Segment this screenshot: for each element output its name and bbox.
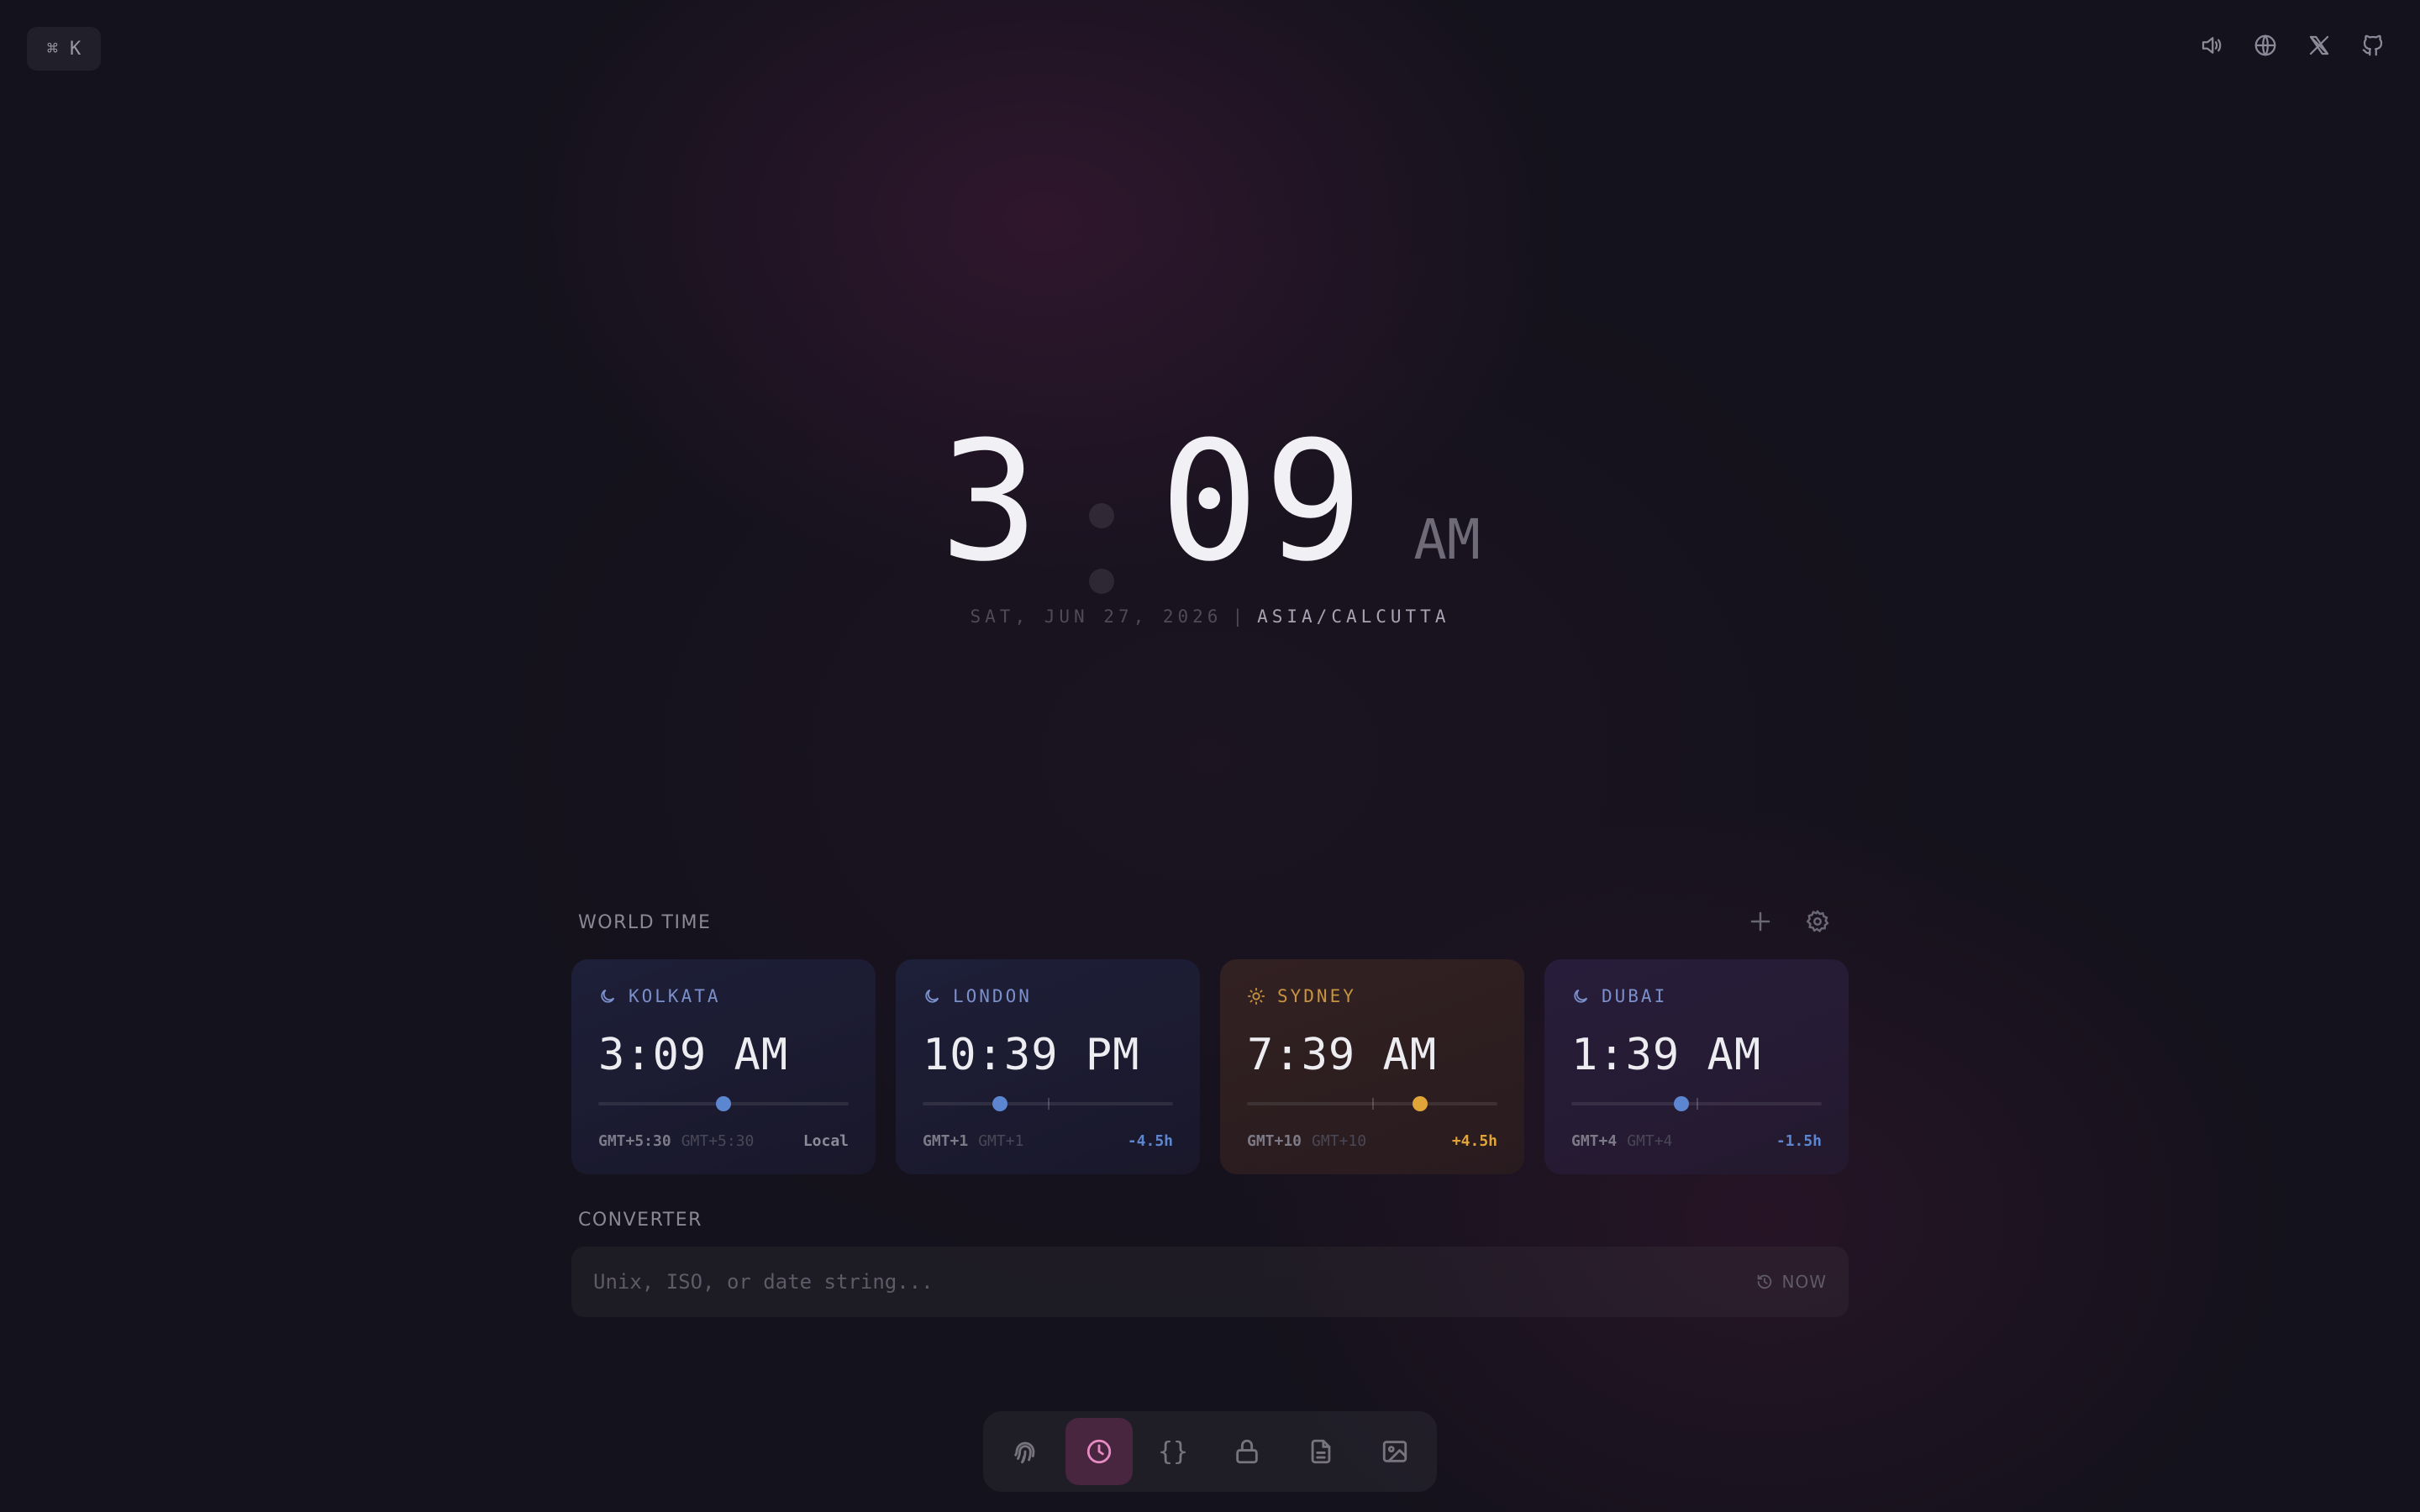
command-key: K [70, 38, 82, 60]
world-time-label: WORLD TIME [578, 912, 712, 933]
document-icon [1311, 1439, 1331, 1464]
dock-document[interactable] [1287, 1418, 1355, 1485]
main-clock: 3 09 AM [0, 420, 2420, 624]
plus-icon [1750, 911, 1770, 932]
command-palette-button[interactable]: ⌘ K [27, 27, 101, 71]
gmt-offset: GMT+10 [1247, 1132, 1302, 1150]
city-header: DUBAI [1571, 986, 1822, 1006]
relative-offset: -4.5h [1127, 1132, 1173, 1150]
city-header: LONDON [923, 986, 1173, 1006]
city-card-london[interactable]: LONDON 10:39 PM GMT+1 GMT+1 -4.5h [896, 959, 1200, 1174]
date-line: SAT, JUN 27, 2026 | ASIA/CALCUTTA [0, 606, 2420, 627]
city-name: SYDNEY [1277, 986, 1356, 1006]
city-time: 10:39 PM [923, 1030, 1140, 1080]
city-card-kolkata[interactable]: KOLKATA 3:09 AM GMT+5:30 GMT+5:30 Local [571, 959, 876, 1174]
sun-icon [1247, 987, 1265, 1005]
now-label: NOW [1781, 1272, 1827, 1292]
converter-input[interactable] [593, 1270, 1755, 1294]
day-progress-dot [992, 1096, 1008, 1111]
city-time: 3:09 AM [598, 1030, 789, 1080]
city-card-dubai[interactable]: DUBAI 1:39 AM GMT+4 GMT+4 -1.5h [1544, 959, 1849, 1174]
world-time-actions [1748, 909, 1830, 937]
date-separator: | [1232, 606, 1248, 627]
gmt-offset-secondary: GMT+1 [978, 1132, 1024, 1150]
world-time-settings-button[interactable] [1805, 909, 1830, 937]
day-progress-dot [1412, 1096, 1428, 1111]
local-time-tick [1372, 1098, 1374, 1110]
github-icon[interactable] [2360, 32, 2386, 59]
city-header: SYDNEY [1247, 986, 1497, 1006]
converter-label: CONVERTER [578, 1210, 702, 1231]
fingerprint-icon [1014, 1441, 1035, 1464]
timezone-label[interactable]: ASIA/CALCUTTA [1257, 606, 1449, 627]
dock-clock[interactable] [1065, 1418, 1133, 1485]
city-header: KOLKATA [598, 986, 849, 1006]
day-progress-track [923, 1096, 1173, 1111]
local-time-tick [1048, 1098, 1050, 1110]
command-symbol: ⌘ [46, 38, 58, 60]
x-logo-icon[interactable] [2306, 32, 2333, 59]
day-progress-track [1571, 1096, 1822, 1111]
day-progress-track [598, 1096, 849, 1111]
world-time-cards: KOLKATA 3:09 AM GMT+5:30 GMT+5:30 Local … [571, 959, 1849, 1174]
braces-icon: {} [1157, 1436, 1189, 1467]
gmt-offset: GMT+5:30 [598, 1132, 671, 1150]
clock-ampm: AM [1413, 507, 1481, 572]
gmt-offset-secondary: GMT+4 [1627, 1132, 1673, 1150]
converter-bar: NOW [571, 1247, 1849, 1317]
city-footer: GMT+1 GMT+1 -4.5h [923, 1132, 1173, 1150]
clock-minute: 09 [1160, 407, 1369, 598]
gmt-offset-secondary: GMT+10 [1312, 1132, 1367, 1150]
day-progress-track [1247, 1096, 1497, 1111]
relative-offset: Local [802, 1132, 849, 1150]
dock-lock[interactable] [1213, 1418, 1281, 1485]
dock-image[interactable] [1361, 1418, 1428, 1485]
dock-fingerprint[interactable] [992, 1418, 1059, 1485]
city-time: 7:39 AM [1247, 1030, 1438, 1080]
gmt-offset: GMT+1 [923, 1132, 969, 1150]
moon-icon [925, 989, 939, 1003]
city-name: KOLKATA [629, 986, 721, 1006]
current-date: SAT, JUN 27, 2026 [970, 606, 1223, 627]
top-right-toolbar [2198, 32, 2386, 59]
relative-offset: +4.5h [1451, 1132, 1497, 1150]
gmt-offset-secondary: GMT+5:30 [681, 1132, 755, 1150]
city-name: LONDON [953, 986, 1032, 1006]
now-button[interactable]: NOW [1755, 1272, 1827, 1292]
clock-icon [1086, 1439, 1112, 1464]
gmt-offset: GMT+4 [1571, 1132, 1618, 1150]
gear-icon [1806, 910, 1829, 932]
dock-json[interactable]: {} [1139, 1418, 1207, 1485]
moon-icon [1574, 989, 1588, 1003]
clock-colon [1089, 503, 1115, 594]
relative-offset: -1.5h [1776, 1132, 1822, 1150]
bottom-dock: {} [983, 1411, 1437, 1492]
image-icon [1382, 1441, 1407, 1462]
city-card-sydney[interactable]: SYDNEY 7:39 AM GMT+10 GMT+10 +4.5h [1220, 959, 1524, 1174]
add-city-button[interactable] [1748, 909, 1773, 937]
reset-clock-icon [1757, 1274, 1771, 1289]
day-progress-dot [1674, 1096, 1690, 1111]
city-footer: GMT+4 GMT+4 -1.5h [1571, 1132, 1822, 1150]
local-time-tick [1697, 1098, 1698, 1110]
lock-icon [1236, 1439, 1258, 1464]
speaker-icon[interactable] [2198, 32, 2225, 59]
day-progress-dot [716, 1096, 731, 1111]
moon-icon [601, 989, 615, 1003]
city-name: DUBAI [1602, 986, 1668, 1006]
city-footer: GMT+5:30 GMT+5:30 Local [598, 1132, 849, 1150]
clock-hour: 3 [939, 407, 1044, 598]
globe-icon[interactable] [2252, 32, 2279, 59]
city-footer: GMT+10 GMT+10 +4.5h [1247, 1132, 1497, 1150]
city-time: 1:39 AM [1571, 1030, 1762, 1080]
